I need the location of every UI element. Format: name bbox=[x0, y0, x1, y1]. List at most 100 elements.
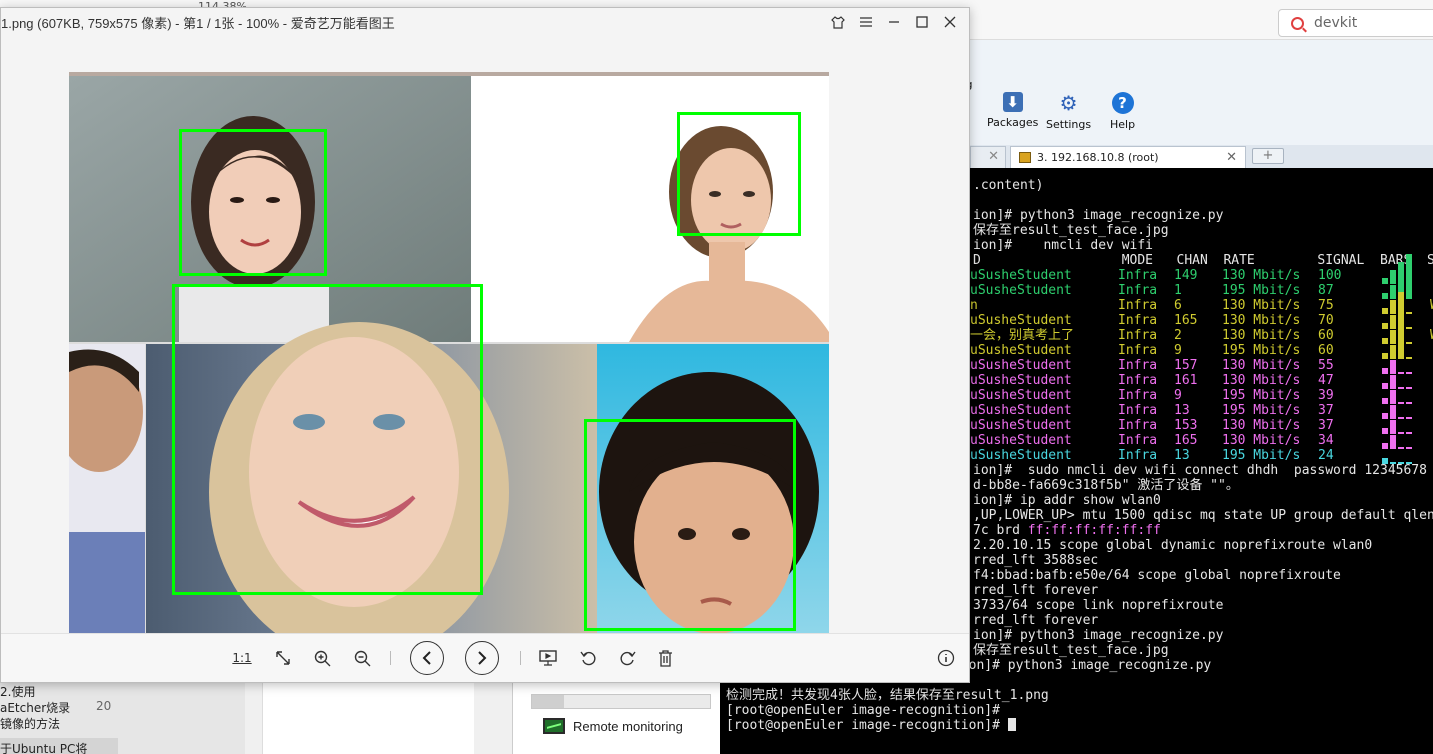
toolbar-divider bbox=[520, 651, 521, 665]
wifi-cell-rate: 130 Mbit/s bbox=[1222, 328, 1301, 343]
face-box-2 bbox=[677, 112, 801, 236]
packages-button[interactable]: ⬇ Packages bbox=[987, 92, 1038, 129]
terminal-line: ion]# nmcli dev wifi bbox=[973, 238, 1154, 253]
info-icon[interactable] bbox=[934, 646, 958, 670]
wifi-cell-ssid: uSusheStudent bbox=[970, 433, 1072, 448]
zoom-in-icon[interactable] bbox=[310, 646, 334, 670]
wifi-cell-signal: 87 bbox=[1318, 283, 1334, 298]
wifi-cell-rate: 195 Mbit/s bbox=[1222, 448, 1301, 463]
close-icon[interactable] bbox=[939, 12, 961, 32]
article-list-panel: 2.使用 aEtcher烧录 20 镜像的方法 于Ubuntu PC将 bbox=[0, 683, 245, 754]
image-canvas[interactable] bbox=[1, 36, 969, 633]
terminal-line: ion]# python3 image_recognize.py bbox=[973, 628, 1224, 643]
terminal-cursor bbox=[1007, 718, 1016, 731]
next-image-button[interactable] bbox=[465, 641, 499, 675]
monitor-icon bbox=[543, 718, 565, 734]
article-line-3: 镜像的方法 bbox=[0, 717, 61, 731]
gears-icon: ⚙ bbox=[1059, 91, 1078, 115]
wifi-cell-signal: 55 bbox=[1318, 358, 1334, 373]
packages-label: Packages bbox=[987, 116, 1039, 129]
wifi-cell-signal: 24 bbox=[1318, 448, 1334, 463]
wifi-cell-mode: Infra bbox=[1118, 343, 1158, 358]
browser-search-box[interactable]: devkit bbox=[1278, 9, 1433, 37]
terminal-line: rred_lft forever bbox=[973, 583, 1099, 598]
wifi-cell-ssid: uSusheStudent bbox=[970, 373, 1072, 388]
wifi-cell-rate: 195 Mbit/s bbox=[1222, 388, 1301, 403]
menu-icon[interactable] bbox=[855, 12, 877, 32]
help-button[interactable]: ? Help bbox=[1110, 92, 1135, 131]
face-box-4 bbox=[584, 419, 796, 631]
article-line-2: aEtcher烧录 bbox=[0, 701, 71, 715]
viewer-titlebar[interactable]: 1.png (607KB, 759x575 像素) - 第1 / 1张 - 10… bbox=[1, 8, 969, 36]
previous-image-button[interactable] bbox=[410, 641, 444, 675]
session-tab-label: 3. 192.168.10.8 (root) bbox=[1037, 151, 1159, 164]
signal-bars bbox=[1382, 434, 1416, 464]
slideshow-icon[interactable] bbox=[536, 646, 560, 670]
wifi-cell-signal: 100 bbox=[1318, 268, 1342, 283]
zoom-out-icon[interactable] bbox=[350, 646, 374, 670]
session-tab-active[interactable]: 3. 192.168.10.8 (root) ✕ bbox=[1010, 146, 1246, 168]
remote-monitoring-label: Remote monitoring bbox=[573, 718, 683, 734]
settings-button[interactable]: ⚙ Settings bbox=[1046, 91, 1091, 131]
wifi-cell-chan: 6 bbox=[1174, 298, 1182, 313]
wifi-cell-chan: 1 bbox=[1174, 283, 1182, 298]
terminal-line: ion]# ip addr show wlan0 bbox=[973, 493, 1161, 508]
session-tab-previous[interactable]: ✕ bbox=[970, 146, 1006, 168]
new-tab-button[interactable]: + bbox=[1252, 148, 1284, 164]
wifi-cell-mode: Infra bbox=[1118, 433, 1158, 448]
wifi-cell-ssid: uSusheStudent bbox=[970, 283, 1072, 298]
viewer-title: 1.png (607KB, 759x575 像素) - 第1 / 1张 - 10… bbox=[1, 15, 395, 31]
terminal-line: 7c brd ff:ff:ff:ff:ff:ff bbox=[973, 523, 1161, 538]
wifi-cell-rate: 130 Mbit/s bbox=[1222, 433, 1301, 448]
face-box-1 bbox=[179, 129, 327, 276]
help-icon: ? bbox=[1111, 92, 1134, 114]
image-viewer-window: 1.png (607KB, 759x575 像素) - 第1 / 1张 - 10… bbox=[0, 7, 970, 683]
wifi-cell-ssid: uSusheStudent bbox=[970, 358, 1072, 373]
article-line-1: 2.使用 bbox=[0, 685, 36, 699]
wifi-cell-rate: 130 Mbit/s bbox=[1222, 358, 1301, 373]
wifi-cell-signal: 47 bbox=[1318, 373, 1334, 388]
rotate-right-icon[interactable] bbox=[615, 646, 639, 670]
terminal-line: ion]# python3 image_recognize.py bbox=[973, 208, 1224, 223]
wifi-cell-chan: 13 bbox=[1174, 448, 1190, 463]
article-count: 20 bbox=[96, 699, 112, 713]
horizontal-scrollbar[interactable] bbox=[531, 694, 711, 709]
terminal-line: rred_lft forever bbox=[973, 613, 1099, 628]
maximize-icon[interactable] bbox=[911, 12, 933, 32]
wifi-cell-chan: 165 bbox=[1174, 433, 1198, 448]
delete-icon[interactable] bbox=[653, 646, 677, 670]
wifi-cell-mode: Infra bbox=[1118, 283, 1158, 298]
article-highlight[interactable]: 于Ubuntu PC将 bbox=[0, 738, 118, 754]
fit-window-icon[interactable] bbox=[271, 646, 295, 670]
wifi-cell-ssid: 一会，别真考上了 bbox=[970, 328, 1075, 343]
search-icon bbox=[1291, 16, 1304, 30]
remote-monitoring-item[interactable]: Remote monitoring bbox=[543, 718, 683, 734]
close-icon[interactable]: ✕ bbox=[988, 149, 999, 164]
close-icon[interactable]: ✕ bbox=[1226, 150, 1237, 165]
browser-search-text: devkit bbox=[1314, 15, 1358, 31]
wifi-cell-chan: 149 bbox=[1174, 268, 1198, 283]
wifi-cell-ssid: n bbox=[970, 298, 978, 313]
terminal-line: ion]# sudo nmcli dev wifi connect dhdh p… bbox=[973, 463, 1427, 478]
wifi-cell-ssid: uSusheStudent bbox=[970, 343, 1072, 358]
terminal-line: d-bb8e-fa669c318f5b" 激活了设备 ""。 bbox=[973, 478, 1239, 493]
skin-icon[interactable] bbox=[827, 12, 849, 32]
help-label: Help bbox=[1110, 118, 1136, 131]
actual-size-button[interactable]: 1:1 bbox=[230, 646, 254, 670]
wifi-cell-ssid: uSusheStudent bbox=[970, 313, 1072, 328]
wifi-cell-signal: 34 bbox=[1318, 433, 1334, 448]
wifi-cell-mode: Infra bbox=[1118, 268, 1158, 283]
rotate-left-icon[interactable] bbox=[576, 646, 600, 670]
terminal-icon bbox=[1019, 152, 1031, 163]
terminal-line: ,UP,LOWER_UP> mtu 1500 qdisc mq state UP… bbox=[973, 508, 1433, 523]
terminal-line: .content) bbox=[973, 178, 1044, 193]
terminal-line: 保存至result_test_face.jpg bbox=[973, 643, 1169, 658]
middle-panel bbox=[262, 683, 474, 754]
minimize-icon[interactable] bbox=[883, 12, 905, 32]
wifi-cell-chan: 13 bbox=[1174, 403, 1190, 418]
wifi-cell-mode: Infra bbox=[1118, 313, 1158, 328]
wifi-cell-rate: 130 Mbit/s bbox=[1222, 268, 1301, 283]
terminal-line: [root@openEuler image-recognition]# bbox=[726, 718, 1016, 733]
wifi-cell-mode: Infra bbox=[1118, 373, 1158, 388]
terminal-line: 3733/64 scope link noprefixroute bbox=[973, 598, 1224, 613]
